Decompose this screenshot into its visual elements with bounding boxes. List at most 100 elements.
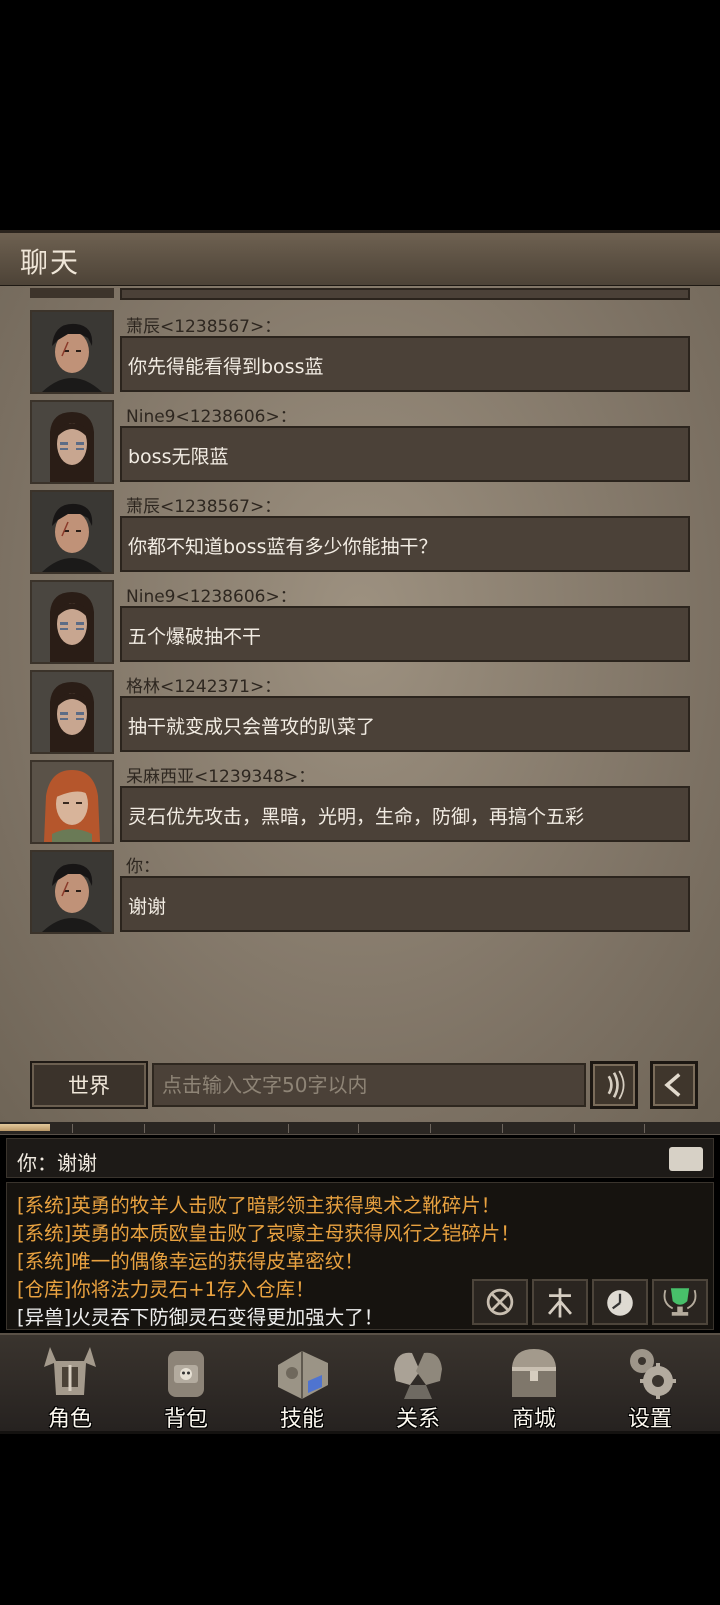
progress-tick <box>144 1124 145 1133</box>
progress-tick <box>430 1124 431 1133</box>
message-text: 谢谢 <box>128 896 167 918</box>
gauntlets-icon <box>394 1352 442 1399</box>
collapse-button[interactable] <box>650 1061 698 1109</box>
nav-settings[interactable]: 设置 <box>592 1335 708 1432</box>
progress-tick <box>72 1124 73 1133</box>
rune-button[interactable] <box>532 1279 588 1325</box>
nav-label: 设置 <box>627 1407 672 1432</box>
target-button[interactable] <box>472 1279 528 1325</box>
avatar[interactable] <box>30 850 114 934</box>
message-bubble[interactable]: 抽干就变成只会普攻的趴菜了 <box>120 696 690 752</box>
channel-select-button[interactable]: 世界 <box>30 1061 148 1109</box>
chat-message: Nine9<1238606>： boss无限蓝 <box>30 400 690 486</box>
sender-name: 萧辰<1238567>： <box>126 497 282 517</box>
chat-message: 格林<1242371>： 抽干就变成只会普攻的趴菜了 <box>30 670 690 756</box>
progress-tick <box>358 1124 359 1133</box>
chat-message: 萧辰<1238567>： 你都不知道boss蓝有多少你能抽干？ <box>30 490 690 576</box>
progress-tick <box>288 1124 289 1133</box>
sender-name: 呆麻西亚<1239348>： <box>126 767 316 787</box>
avatar[interactable] <box>30 490 114 574</box>
message-text: 你都不知道boss蓝有多少你能抽干？ <box>128 536 438 558</box>
chat-message: 萧辰<1238567>： 你先得能看得到boss蓝 <box>30 310 690 396</box>
progress-tick <box>644 1124 645 1133</box>
chat-header: 聊天 <box>0 230 720 289</box>
nav-backpack[interactable]: 背包 <box>128 1335 244 1432</box>
sender-name: Nine9<1238606>： <box>126 407 297 427</box>
chat-message: 呆麻西亚<1239348>： 灵石优先攻击，黑暗，光明，生命，防御，再搞个五彩 <box>30 760 690 846</box>
log-line: [异兽]火灵吞下防御灵石变得更加强大了！ <box>17 1306 384 1329</box>
avatar[interactable] <box>30 760 114 844</box>
message-text: 灵石优先攻击，黑暗，光明，生命，防御，再搞个五彩 <box>128 806 585 828</box>
avatar-female-warpaint-icon <box>32 402 112 482</box>
chat-message: Nine9<1238606>： 五个爆破抽不干 <box>30 580 690 666</box>
nav-shop[interactable]: 商城 <box>476 1335 592 1432</box>
sender-name: 萧辰<1238567>： <box>126 317 282 337</box>
spellbook-icon <box>278 1351 328 1399</box>
ranking-button[interactable] <box>652 1279 708 1325</box>
nav-label: 背包 <box>163 1407 208 1432</box>
chat-progress-fill <box>0 1124 51 1131</box>
treasure-chest-icon <box>512 1349 556 1397</box>
avatar-partial <box>30 288 114 298</box>
message-bubble[interactable]: boss无限蓝 <box>120 426 690 482</box>
log-line: [仓库]你将法力灵石+1存入仓库！ <box>17 1278 315 1301</box>
helmet-icon <box>44 1347 96 1395</box>
keyboard-icon[interactable] <box>669 1147 703 1171</box>
game-chat-screen: 聊天 萧辰<1238567>： 你先得能看得到boss蓝 Nine9<12386… <box>0 0 720 1605</box>
nav-label: 商城 <box>511 1407 556 1432</box>
message-bubble-partial <box>120 288 690 300</box>
timer-button[interactable] <box>592 1279 648 1325</box>
nav-label: 角色 <box>47 1407 92 1432</box>
latest-chat-text: 你：谢谢 <box>17 1151 97 1175</box>
avatar-female-warpaint-icon <box>32 672 112 752</box>
message-bubble[interactable]: 谢谢 <box>120 876 690 932</box>
avatar-male-warrior-icon <box>32 492 112 572</box>
message-bubble[interactable]: 你都不知道boss蓝有多少你能抽干？ <box>120 516 690 572</box>
tree-rune-icon <box>548 1288 572 1318</box>
message-text: 抽干就变成只会普攻的趴菜了 <box>128 716 376 738</box>
chat-message-list[interactable]: 萧辰<1238567>： 你先得能看得到boss蓝 Nine9<1238606>… <box>0 286 720 1125</box>
avatar-female-redhair-icon <box>32 762 112 842</box>
progress-tick <box>214 1124 215 1133</box>
chat-input[interactable] <box>152 1063 586 1107</box>
message-bubble[interactable]: 你先得能看得到boss蓝 <box>120 336 690 392</box>
crosshair-gear-icon <box>486 1288 514 1316</box>
page-title: 聊天 <box>20 246 81 279</box>
nav-role[interactable]: 角色 <box>12 1335 128 1432</box>
message-bubble[interactable]: 灵石优先攻击，黑暗，光明，生命，防御，再搞个五彩 <box>120 786 690 842</box>
message-text: 你先得能看得到boss蓝 <box>128 356 324 378</box>
avatar-male-warrior-icon <box>32 312 112 392</box>
voice-button[interactable] <box>590 1061 638 1109</box>
sender-name: Nine9<1238606>： <box>126 587 297 607</box>
bottom-nav: 角色 背包 技能 关系 商城 设置 <box>0 1333 720 1434</box>
avatar[interactable] <box>30 400 114 484</box>
avatar-female-warpaint-icon <box>32 582 112 662</box>
sender-name: 你： <box>126 857 160 877</box>
message-bubble[interactable]: 五个爆破抽不干 <box>120 606 690 662</box>
latest-chat-line[interactable]: 你：谢谢 <box>6 1138 714 1178</box>
avatar[interactable] <box>30 670 114 754</box>
chat-message-self: 你： 谢谢 <box>30 850 690 936</box>
log-line: [系统]英勇的本质欧皇击败了哀嚎主母获得风行之铠碎片！ <box>17 1222 520 1245</box>
avatar-male-warrior-icon <box>32 852 112 932</box>
avatar[interactable] <box>30 580 114 664</box>
message-text: boss无限蓝 <box>128 446 229 468</box>
trophy-icon <box>663 1288 697 1316</box>
backpack-icon <box>168 1351 204 1397</box>
progress-tick <box>574 1124 575 1133</box>
voice-wave-icon <box>607 1070 625 1100</box>
nav-relations[interactable]: 关系 <box>360 1335 476 1432</box>
progress-tick <box>502 1124 503 1133</box>
chat-progress-track <box>0 1122 720 1135</box>
log-line: [系统]英勇的牧羊人击败了暗影领主获得奥术之靴碎片！ <box>17 1194 501 1217</box>
nav-skills[interactable]: 技能 <box>244 1335 360 1432</box>
clock-icon <box>607 1290 633 1316</box>
nav-label: 关系 <box>395 1407 440 1432</box>
chevron-left-icon <box>664 1073 681 1097</box>
nav-label: 技能 <box>279 1407 324 1432</box>
message-text: 五个爆破抽不干 <box>128 626 262 648</box>
sender-name: 格林<1242371>： <box>126 677 282 697</box>
log-line: [系统]唯一的偶像幸运的获得皮革密纹！ <box>17 1250 364 1273</box>
avatar[interactable] <box>30 310 114 394</box>
gears-icon <box>630 1349 676 1399</box>
